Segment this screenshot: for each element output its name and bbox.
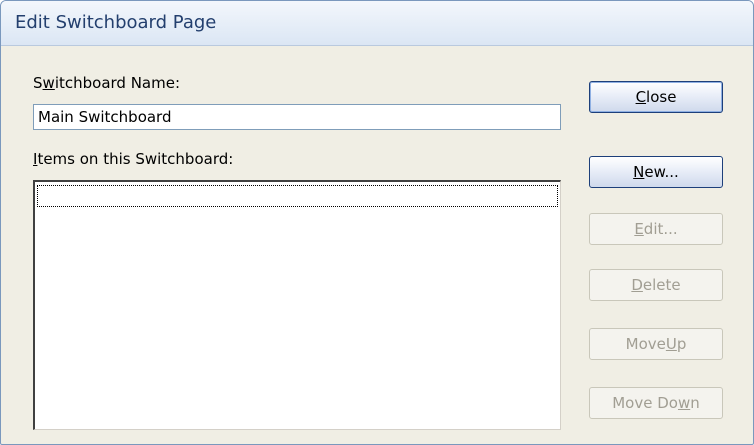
close-button[interactable]: Close <box>589 81 723 113</box>
title-bar[interactable]: Edit Switchboard Page <box>1 1 753 46</box>
edit-button[interactable]: Edit... <box>589 213 723 245</box>
switchboard-name-label: Switchboard Name: <box>33 74 181 92</box>
items-label: Items on this Switchboard: <box>33 150 234 168</box>
items-listbox[interactable] <box>33 180 561 430</box>
dialog-title: Edit Switchboard Page <box>15 12 217 33</box>
switchboard-name-input[interactable] <box>33 104 561 130</box>
delete-button[interactable]: Delete <box>589 269 723 301</box>
edit-switchboard-page-dialog: Edit Switchboard Page Switchboard Name: … <box>0 0 754 445</box>
move-up-button[interactable]: Move Up <box>589 328 723 360</box>
new-button[interactable]: New... <box>589 156 723 188</box>
list-focus-indicator <box>37 185 558 207</box>
move-down-button[interactable]: Move Do w n <box>589 387 723 419</box>
